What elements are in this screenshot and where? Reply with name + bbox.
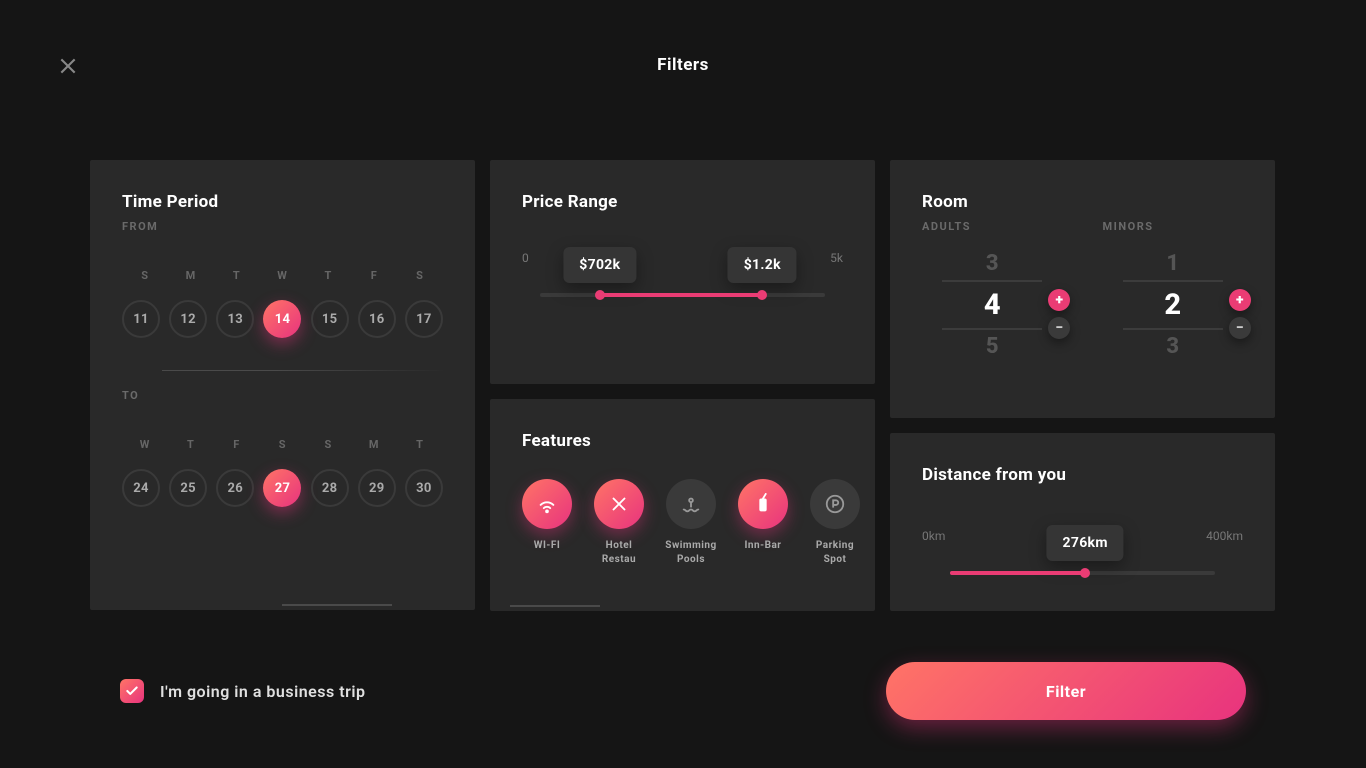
feature-wifi-toggle[interactable]: [522, 479, 572, 529]
day-of-week: M: [172, 269, 210, 282]
minors-prev: 1: [1123, 251, 1223, 276]
horizontal-scrollbar[interactable]: [510, 605, 600, 607]
horizontal-scrollbar[interactable]: [282, 604, 392, 606]
calendar-day[interactable]: 14: [263, 300, 301, 338]
day-of-week: T: [401, 438, 439, 451]
price-low-tooltip: $702k: [563, 247, 636, 283]
features-title: Features: [522, 431, 843, 451]
distance-handle[interactable]: [1080, 568, 1090, 578]
adults-minus-button[interactable]: −: [1048, 317, 1070, 339]
calendar-day[interactable]: 12: [169, 300, 207, 338]
business-trip-label: I'm going in a business trip: [160, 682, 366, 701]
day-of-week: F: [218, 438, 256, 451]
price-min-label: 0: [522, 251, 529, 265]
feature-label: Inn-Bar: [733, 539, 793, 553]
price-max-label: 5k: [830, 251, 843, 265]
price-slider-track[interactable]: $702k $1.2k: [540, 293, 825, 297]
calendar-day[interactable]: 17: [405, 300, 443, 338]
feature-parking-toggle[interactable]: [810, 479, 860, 529]
drink-icon: [752, 493, 774, 515]
distance-min-label: 0km: [922, 529, 945, 543]
calendar-day[interactable]: 30: [405, 469, 443, 507]
adults-next: 5: [942, 334, 1042, 359]
adults-label: ADULTS: [922, 220, 971, 233]
day-of-week: W: [126, 438, 164, 451]
distance-max-label: 400km: [1206, 529, 1243, 543]
feature-label: WI-FI: [517, 539, 577, 553]
day-of-week: S: [263, 438, 301, 451]
divider: [162, 370, 443, 371]
business-trip-checkbox[interactable]: [120, 679, 144, 703]
to-label: TO: [122, 389, 443, 402]
day-of-week: S: [401, 269, 439, 282]
calendar-day[interactable]: 29: [358, 469, 396, 507]
calendar-day[interactable]: 28: [311, 469, 349, 507]
restaurant-icon: [608, 493, 630, 515]
day-of-week: T: [309, 269, 347, 282]
feature-label: Hotel Restau: [589, 539, 649, 566]
calendar-day[interactable]: 26: [216, 469, 254, 507]
calendar-day[interactable]: 16: [358, 300, 396, 338]
distance-title: Distance from you: [922, 465, 1243, 485]
day-of-week: S: [126, 269, 164, 282]
filter-button[interactable]: Filter: [886, 662, 1246, 720]
calendar-day[interactable]: 15: [311, 300, 349, 338]
room-card: Room ADULTS 3 4 5 + − MINORS: [890, 160, 1275, 418]
room-title: Room: [922, 192, 1243, 212]
adults-prev: 3: [942, 251, 1042, 276]
day-of-week: M: [355, 438, 393, 451]
calendar-day[interactable]: 27: [263, 469, 301, 507]
price-high-handle[interactable]: [757, 290, 767, 300]
feature-pool-toggle[interactable]: [666, 479, 716, 529]
price-high-tooltip: $1.2k: [728, 247, 797, 283]
minors-plus-button[interactable]: +: [1229, 289, 1251, 311]
distance-card: Distance from you 0km 400km 276km: [890, 433, 1275, 611]
minors-current: 2: [1123, 280, 1223, 330]
calendar-day[interactable]: 24: [122, 469, 160, 507]
day-of-week: F: [355, 269, 393, 282]
minors-label: MINORS: [1103, 220, 1154, 233]
distance-tooltip: 276km: [1047, 525, 1124, 561]
calendar-day[interactable]: 11: [122, 300, 160, 338]
adults-plus-button[interactable]: +: [1048, 289, 1070, 311]
feature-label: Swimming Pools: [661, 539, 721, 566]
feature-drink-toggle[interactable]: [738, 479, 788, 529]
minors-minus-button[interactable]: −: [1229, 317, 1251, 339]
day-of-week: S: [309, 438, 347, 451]
day-of-week: W: [263, 269, 301, 282]
features-card: Features WI-FI Hotel Restau Swimming Pools…: [490, 399, 875, 611]
day-of-week: T: [172, 438, 210, 451]
feature-label: Parking Spot: [805, 539, 865, 566]
calendar-day[interactable]: 13: [216, 300, 254, 338]
time-period-card: Time Period FROM SMTWTFS 11121314151617 …: [90, 160, 475, 610]
parking-icon: [824, 493, 846, 515]
price-range-card: Price Range 0 5k $702k $1.2k: [490, 160, 875, 384]
distance-slider-track[interactable]: 276km: [950, 571, 1215, 575]
price-low-handle[interactable]: [595, 290, 605, 300]
calendar-day[interactable]: 25: [169, 469, 207, 507]
from-label: FROM: [122, 220, 443, 233]
adults-stepper[interactable]: 3 4 5 + −: [942, 251, 1042, 359]
adults-current: 4: [942, 280, 1042, 330]
time-period-title: Time Period: [122, 192, 443, 212]
wifi-icon: [536, 493, 558, 515]
page-title: Filters: [0, 55, 1366, 75]
check-icon: [125, 684, 139, 698]
price-range-title: Price Range: [522, 192, 843, 212]
minors-stepper[interactable]: 1 2 3 + −: [1123, 251, 1223, 359]
pool-icon: [680, 493, 702, 515]
feature-restaurant-toggle[interactable]: [594, 479, 644, 529]
day-of-week: T: [218, 269, 256, 282]
minors-next: 3: [1123, 334, 1223, 359]
